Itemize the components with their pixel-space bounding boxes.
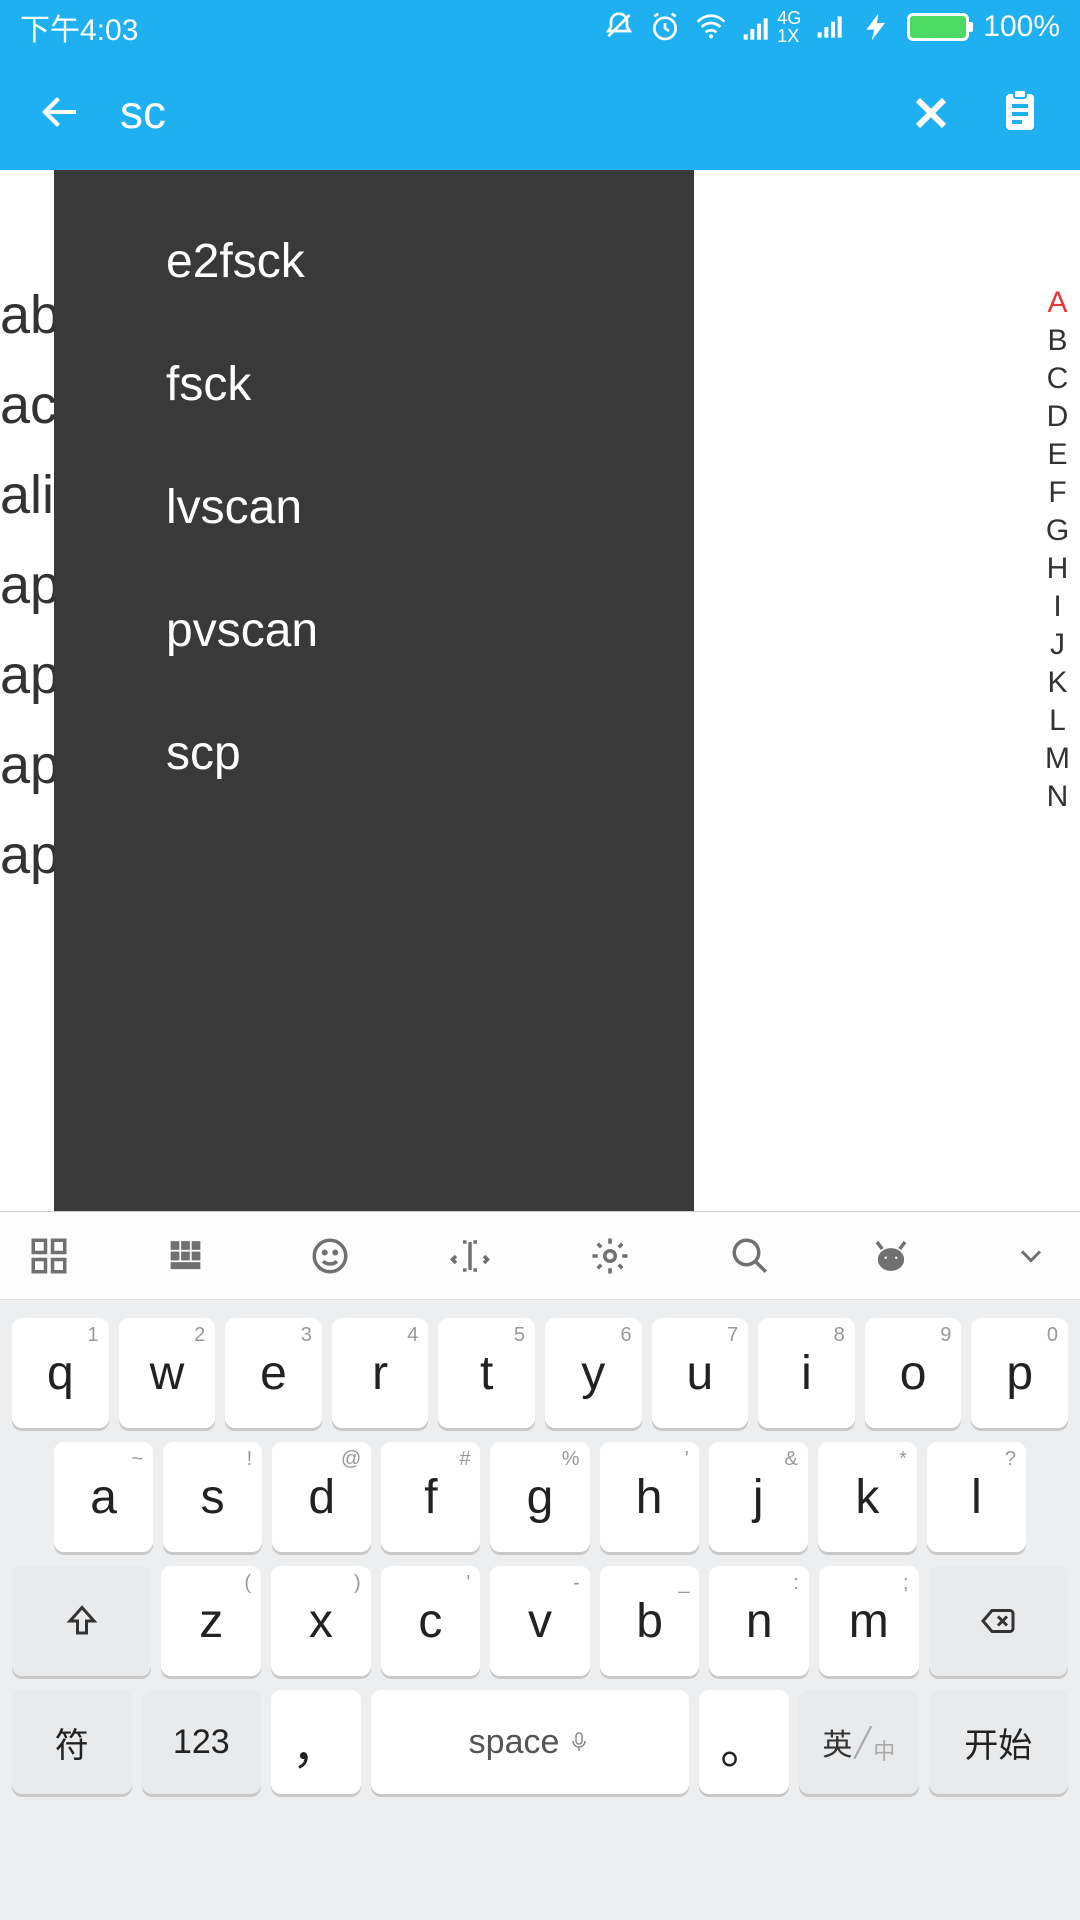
alpha-letter[interactable]: C: [1047, 362, 1069, 396]
app-bar: [0, 54, 1080, 170]
mute-icon: [603, 11, 635, 43]
dropdown-item[interactable]: e2fsck: [54, 200, 694, 323]
key-x[interactable]: )x: [271, 1566, 371, 1676]
wifi-icon: [695, 11, 727, 43]
clear-button[interactable]: [900, 88, 960, 136]
battery-icon: [907, 13, 969, 41]
signal-icon-1: 4G 1X: [741, 9, 801, 45]
key-d[interactable]: @d: [272, 1442, 371, 1552]
mascot-icon[interactable]: 7: [866, 1231, 916, 1281]
key-t[interactable]: 5t: [438, 1318, 535, 1428]
number-key[interactable]: 123: [142, 1690, 262, 1794]
smiley-icon[interactable]: [305, 1231, 355, 1281]
alpha-letter[interactable]: J: [1050, 628, 1065, 662]
key-y[interactable]: 6y: [545, 1318, 642, 1428]
alpha-letter[interactable]: K: [1047, 666, 1067, 700]
alpha-letter[interactable]: D: [1047, 400, 1069, 434]
key-g[interactable]: %g: [490, 1442, 589, 1552]
dropdown-item[interactable]: lvscan: [54, 446, 694, 569]
key-w[interactable]: 2w: [119, 1318, 216, 1428]
alpha-letter[interactable]: E: [1047, 438, 1067, 472]
start-key[interactable]: 开始: [929, 1690, 1068, 1794]
cursor-icon[interactable]: [445, 1231, 495, 1281]
alpha-letter[interactable]: A: [1047, 286, 1067, 320]
key-u[interactable]: 7u: [652, 1318, 749, 1428]
key-r[interactable]: 4r: [332, 1318, 429, 1428]
gear-icon[interactable]: [585, 1231, 635, 1281]
key-z[interactable]: (z: [161, 1566, 261, 1676]
svg-text:7: 7: [888, 1255, 894, 1267]
key-h[interactable]: 'h: [600, 1442, 699, 1552]
key-k[interactable]: *k: [818, 1442, 917, 1552]
grid-icon[interactable]: [24, 1231, 74, 1281]
dropdown-item[interactable]: fsck: [54, 323, 694, 446]
status-bar: 下午4:03 4G 1X 100%: [0, 0, 1080, 54]
space-label: space: [469, 1723, 560, 1762]
period-key[interactable]: 。: [699, 1690, 789, 1794]
keyboard-toolbar: 7: [0, 1212, 1080, 1300]
key-n[interactable]: :n: [709, 1566, 809, 1676]
signal-icon-2: [815, 11, 847, 43]
key-a[interactable]: ~a: [54, 1442, 153, 1552]
key-p[interactable]: 0p: [971, 1318, 1068, 1428]
status-right: 4G 1X 100%: [603, 9, 1060, 45]
key-f[interactable]: #f: [381, 1442, 480, 1552]
search-dropdown: e2fsck fsck lvscan pvscan scp: [54, 170, 694, 1212]
alpha-index[interactable]: A B C D E F G H I J K L M N: [1045, 286, 1070, 814]
alpha-letter[interactable]: G: [1046, 514, 1069, 548]
key-s[interactable]: !s: [163, 1442, 262, 1552]
back-button[interactable]: [30, 88, 90, 136]
key-j[interactable]: &j: [709, 1442, 808, 1552]
charging-icon: [861, 11, 893, 43]
key-o[interactable]: 9o: [865, 1318, 962, 1428]
dropdown-item[interactable]: scp: [54, 692, 694, 815]
alpha-letter[interactable]: I: [1053, 590, 1061, 624]
key-l[interactable]: ?l: [927, 1442, 1026, 1552]
language-key[interactable]: 英 ╱ 中: [799, 1690, 919, 1794]
battery-percent: 100%: [983, 10, 1060, 44]
key-i[interactable]: 8i: [758, 1318, 855, 1428]
alpha-letter[interactable]: L: [1049, 704, 1066, 738]
content-area: ab ac ali ap ap ap ap e2fsck fsck lvscan…: [0, 170, 1080, 1212]
key-v[interactable]: -v: [490, 1566, 590, 1676]
alpha-letter[interactable]: H: [1047, 552, 1069, 586]
keyboard-layout-icon[interactable]: [164, 1231, 214, 1281]
search-input[interactable]: [120, 85, 870, 139]
dropdown-item[interactable]: pvscan: [54, 569, 694, 692]
key-m[interactable]: ;m: [819, 1566, 919, 1676]
backspace-key[interactable]: [929, 1566, 1068, 1676]
network-label-4g: 4G: [777, 9, 801, 27]
mic-icon: [567, 1730, 591, 1754]
key-q[interactable]: 1q: [12, 1318, 109, 1428]
network-label-1x: 1X: [777, 27, 801, 45]
space-key[interactable]: space: [371, 1690, 690, 1794]
key-e[interactable]: 3e: [225, 1318, 322, 1428]
alpha-letter[interactable]: M: [1045, 742, 1070, 776]
symbol-key[interactable]: 符: [12, 1690, 132, 1794]
shift-key[interactable]: [12, 1566, 151, 1676]
status-time: 下午4:03: [20, 5, 138, 49]
search-icon[interactable]: [725, 1231, 775, 1281]
comma-key[interactable]: ，: [271, 1690, 361, 1794]
alpha-letter[interactable]: F: [1048, 476, 1066, 510]
lang-zh: 中: [873, 1734, 895, 1766]
keyboard: 7 1q2w3e4r5t6y7u8i9o0p ~a!s@d#f%g'h&j*k?…: [0, 1212, 1080, 1920]
lang-en: 英: [822, 1720, 852, 1764]
key-b[interactable]: _b: [600, 1566, 700, 1676]
chevron-down-icon[interactable]: [1006, 1231, 1056, 1281]
alarm-icon: [649, 11, 681, 43]
key-c[interactable]: 'c: [381, 1566, 481, 1676]
alpha-letter[interactable]: N: [1047, 780, 1069, 814]
alpha-letter[interactable]: B: [1047, 324, 1067, 358]
clipboard-button[interactable]: [990, 88, 1050, 136]
